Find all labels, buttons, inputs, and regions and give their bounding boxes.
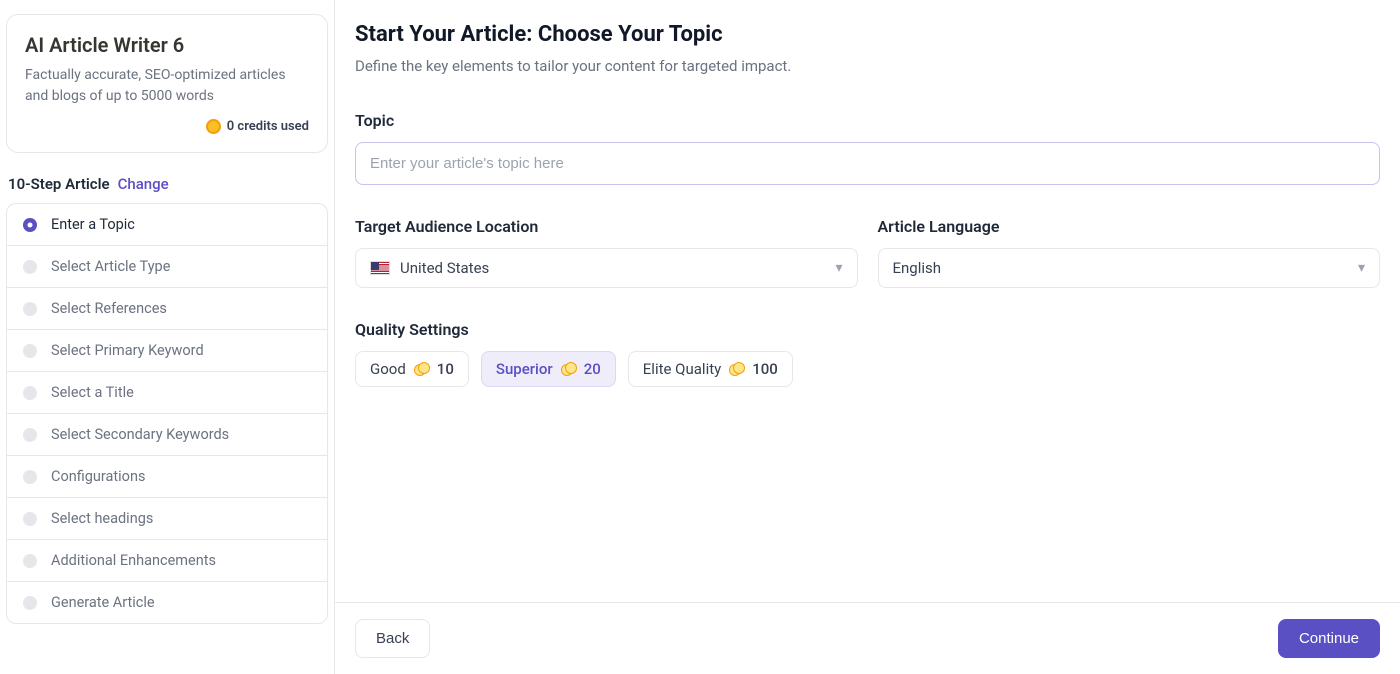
- credits-used-text: 0 credits used: [227, 119, 309, 134]
- step-item-6[interactable]: Configurations: [7, 456, 327, 498]
- quality-option-elite-quality[interactable]: Elite Quality 100: [628, 351, 793, 387]
- chevron-down-icon: ▾: [835, 260, 842, 276]
- page-title: Start Your Article: Choose Your Topic: [355, 22, 1380, 47]
- language-select[interactable]: English ▾: [878, 248, 1381, 288]
- quality-row: Good 10 Superior 20 Elite Quality 100: [355, 351, 1380, 387]
- step-bullet-icon: [23, 218, 37, 232]
- chevron-down-icon: ▾: [1358, 260, 1365, 276]
- step-bullet-icon: [23, 428, 37, 442]
- sidebar: AI Article Writer 6 Factually accurate, …: [0, 0, 335, 674]
- language-column: Article Language English ▾: [878, 217, 1381, 288]
- step-item-8[interactable]: Additional Enhancements: [7, 540, 327, 582]
- quality-option-good[interactable]: Good 10: [355, 351, 469, 387]
- step-item-1[interactable]: Select Article Type: [7, 246, 327, 288]
- steps-title: 10-Step Article: [8, 175, 110, 193]
- coin-icon: [206, 119, 221, 134]
- continue-button[interactable]: Continue: [1278, 619, 1380, 658]
- sidebar-title: AI Article Writer 6: [25, 33, 309, 57]
- location-value: United States: [400, 259, 489, 277]
- step-label: Select Article Type: [51, 258, 170, 275]
- steps-header: 10-Step Article Change: [6, 175, 328, 193]
- step-item-0[interactable]: Enter a Topic: [7, 204, 327, 246]
- step-bullet-icon: [23, 596, 37, 610]
- step-bullet-icon: [23, 470, 37, 484]
- quality-option-superior[interactable]: Superior 20: [481, 351, 616, 387]
- credits-row: 0 credits used: [25, 119, 309, 134]
- step-bullet-icon: [23, 386, 37, 400]
- quality-cost: 100: [752, 360, 778, 378]
- language-select-left: English: [893, 259, 942, 277]
- two-column-row: Target Audience Location United States ▾…: [355, 217, 1380, 288]
- quality-cost: 10: [437, 360, 454, 378]
- step-bullet-icon: [23, 344, 37, 358]
- coins-icon: [561, 363, 576, 375]
- quality-cost: 20: [584, 360, 601, 378]
- coins-icon: [729, 363, 744, 375]
- topic-input[interactable]: [355, 142, 1380, 185]
- language-value: English: [893, 259, 942, 277]
- step-label: Select a Title: [51, 384, 134, 401]
- change-link[interactable]: Change: [118, 175, 169, 193]
- step-label: Select headings: [51, 510, 153, 527]
- quality-name: Elite Quality: [643, 360, 721, 378]
- step-item-7[interactable]: Select headings: [7, 498, 327, 540]
- quality-label: Quality Settings: [355, 320, 1380, 339]
- step-label: Select Primary Keyword: [51, 342, 204, 359]
- step-item-5[interactable]: Select Secondary Keywords: [7, 414, 327, 456]
- location-select-left: United States: [370, 259, 489, 277]
- page-subtitle: Define the key elements to tailor your c…: [355, 57, 1380, 75]
- sidebar-description: Factually accurate, SEO-optimized articl…: [25, 65, 309, 107]
- main: Start Your Article: Choose Your Topic De…: [335, 0, 1400, 674]
- step-item-9[interactable]: Generate Article: [7, 582, 327, 623]
- quality-name: Superior: [496, 360, 553, 378]
- step-item-2[interactable]: Select References: [7, 288, 327, 330]
- step-label: Configurations: [51, 468, 145, 485]
- step-label: Select Secondary Keywords: [51, 426, 229, 443]
- step-label: Generate Article: [51, 594, 155, 611]
- us-flag-icon: [370, 261, 390, 275]
- location-select[interactable]: United States ▾: [355, 248, 858, 288]
- step-bullet-icon: [23, 260, 37, 274]
- footer: Back Continue: [335, 602, 1400, 674]
- topic-label: Topic: [355, 111, 1380, 130]
- language-label: Article Language: [878, 217, 1381, 236]
- quality-name: Good: [370, 360, 406, 378]
- step-bullet-icon: [23, 554, 37, 568]
- sidebar-card: AI Article Writer 6 Factually accurate, …: [6, 14, 328, 153]
- step-bullet-icon: [23, 512, 37, 526]
- step-label: Select References: [51, 300, 167, 317]
- step-bullet-icon: [23, 302, 37, 316]
- location-label: Target Audience Location: [355, 217, 858, 236]
- step-item-3[interactable]: Select Primary Keyword: [7, 330, 327, 372]
- step-label: Additional Enhancements: [51, 552, 216, 569]
- content: Start Your Article: Choose Your Topic De…: [335, 0, 1400, 602]
- coins-icon: [414, 363, 429, 375]
- step-label: Enter a Topic: [51, 216, 135, 233]
- location-column: Target Audience Location United States ▾: [355, 217, 858, 288]
- step-item-4[interactable]: Select a Title: [7, 372, 327, 414]
- steps-list: Enter a Topic Select Article Type Select R…: [6, 203, 328, 624]
- back-button[interactable]: Back: [355, 619, 430, 658]
